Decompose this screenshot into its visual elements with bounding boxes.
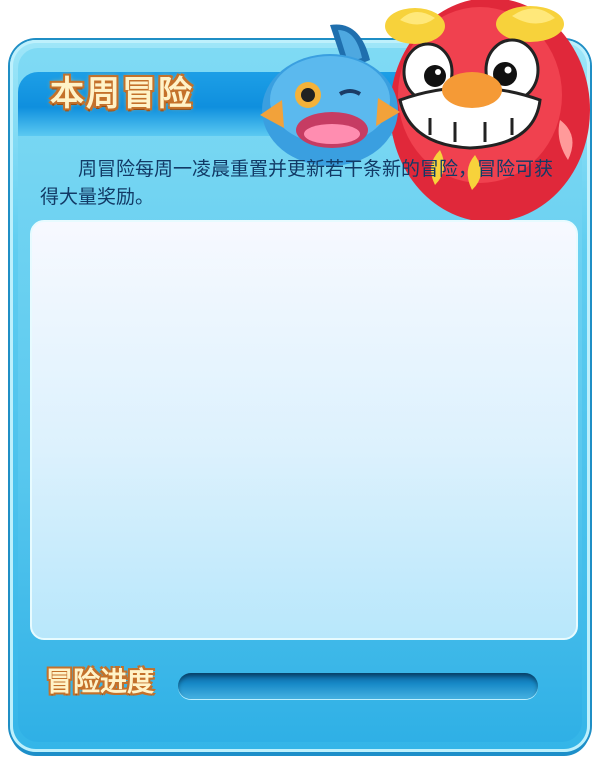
description-text: 周冒险每周一凌晨重置并更新若干条新的冒险，冒险可获得大量奖励。 [40,158,554,208]
progress-label: 冒险进度 [46,667,154,698]
progress-bar [178,673,538,699]
panel-title: 本周冒险 [50,74,194,114]
adventure-list-area[interactable] [30,220,578,640]
